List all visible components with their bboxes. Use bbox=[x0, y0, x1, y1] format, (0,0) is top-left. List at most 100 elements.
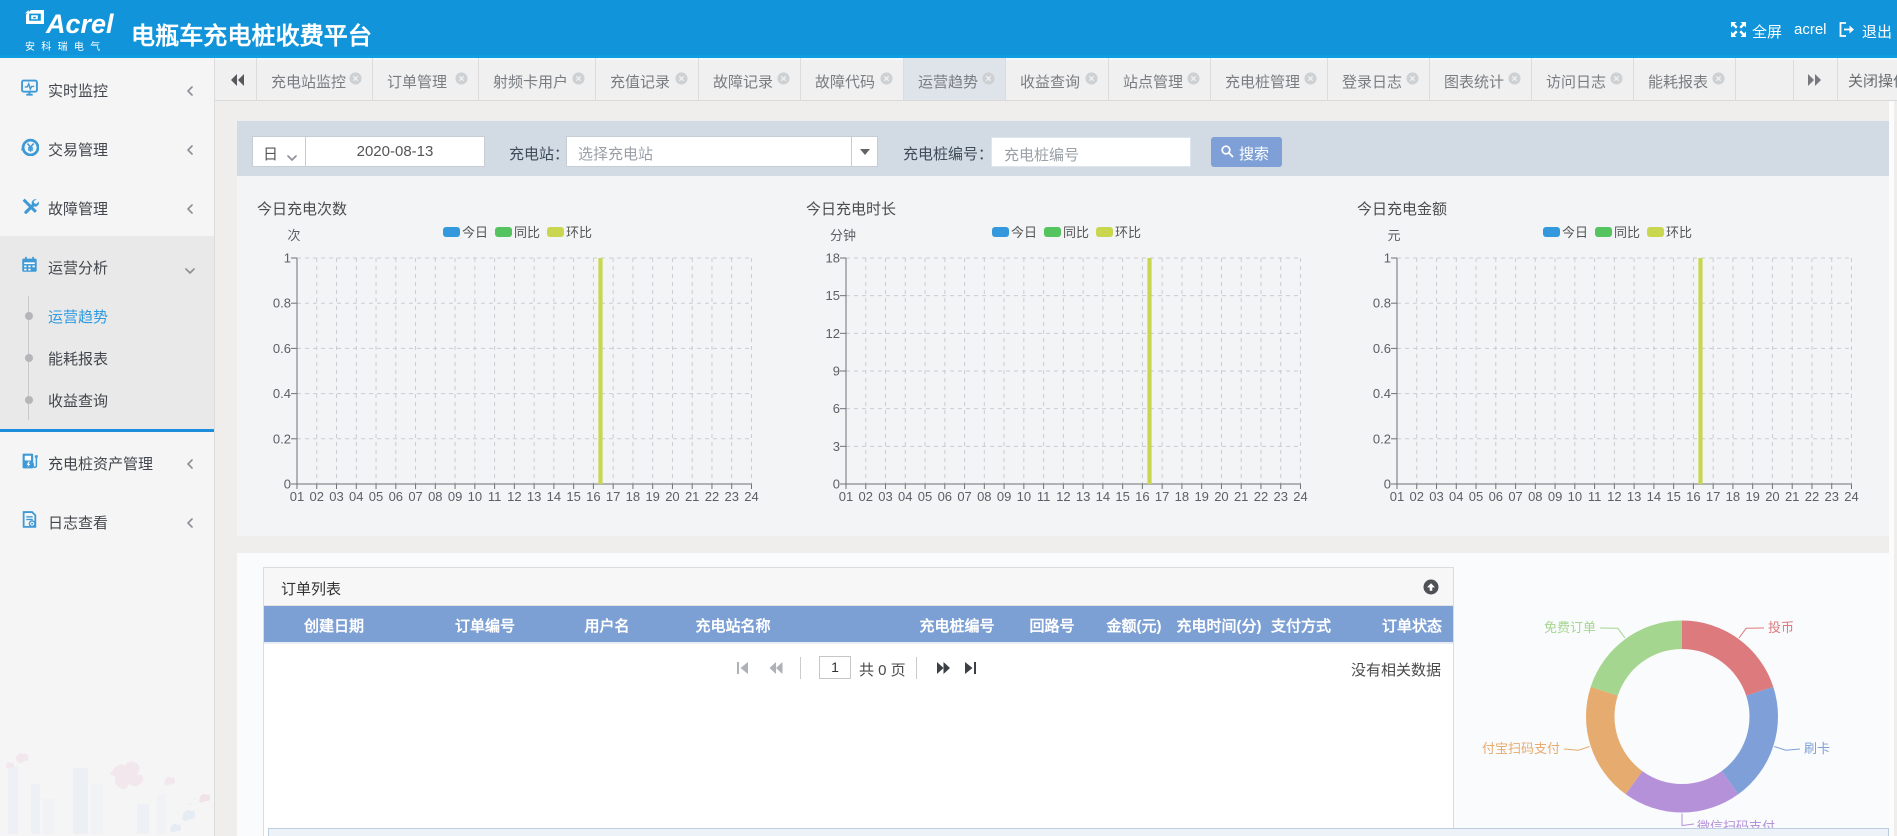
svg-text:12: 12 bbox=[1607, 489, 1621, 504]
svg-text:07: 07 bbox=[1508, 489, 1522, 504]
svg-text:10: 10 bbox=[1017, 489, 1031, 504]
svg-text:今日充电次数: 今日充电次数 bbox=[257, 201, 347, 218]
svg-text:06: 06 bbox=[389, 489, 403, 504]
svg-text:0.6: 0.6 bbox=[1373, 341, 1391, 356]
svg-text:04: 04 bbox=[898, 489, 912, 504]
svg-text:04: 04 bbox=[1449, 489, 1463, 504]
svg-text:23: 23 bbox=[1273, 489, 1287, 504]
svg-text:23: 23 bbox=[1824, 489, 1838, 504]
svg-text:15: 15 bbox=[566, 489, 580, 504]
svg-text:15: 15 bbox=[826, 288, 840, 303]
svg-text:0.2: 0.2 bbox=[1373, 431, 1391, 446]
svg-text:02: 02 bbox=[1410, 489, 1424, 504]
svg-text:1: 1 bbox=[284, 251, 291, 266]
svg-text:01: 01 bbox=[290, 489, 304, 504]
svg-text:同比: 同比 bbox=[1614, 225, 1640, 240]
svg-text:04: 04 bbox=[349, 489, 363, 504]
svg-text:16: 16 bbox=[1135, 489, 1149, 504]
svg-text:11: 11 bbox=[1588, 489, 1602, 504]
svg-text:6: 6 bbox=[833, 401, 840, 416]
svg-text:09: 09 bbox=[997, 489, 1011, 504]
svg-text:18: 18 bbox=[1175, 489, 1189, 504]
svg-text:21: 21 bbox=[1785, 489, 1799, 504]
svg-text:环比: 环比 bbox=[566, 225, 592, 240]
svg-text:05: 05 bbox=[918, 489, 932, 504]
svg-text:01: 01 bbox=[1390, 489, 1404, 504]
svg-text:11: 11 bbox=[1037, 489, 1051, 504]
svg-text:13: 13 bbox=[527, 489, 541, 504]
svg-text:分钟: 分钟 bbox=[830, 228, 856, 243]
svg-text:20: 20 bbox=[1214, 489, 1228, 504]
svg-text:次: 次 bbox=[287, 228, 300, 243]
svg-text:0.4: 0.4 bbox=[273, 386, 291, 401]
svg-text:14: 14 bbox=[547, 489, 561, 504]
svg-text:9: 9 bbox=[833, 364, 840, 379]
svg-text:17: 17 bbox=[1706, 489, 1720, 504]
svg-text:08: 08 bbox=[977, 489, 991, 504]
svg-text:20: 20 bbox=[1765, 489, 1779, 504]
svg-text:06: 06 bbox=[1489, 489, 1503, 504]
svg-text:15: 15 bbox=[1115, 489, 1129, 504]
svg-text:3: 3 bbox=[833, 439, 840, 454]
svg-text:09: 09 bbox=[1548, 489, 1562, 504]
svg-text:14: 14 bbox=[1647, 489, 1661, 504]
svg-text:13: 13 bbox=[1076, 489, 1090, 504]
svg-text:今日充电时长: 今日充电时长 bbox=[806, 201, 896, 218]
svg-text:10: 10 bbox=[468, 489, 482, 504]
svg-text:今日: 今日 bbox=[1562, 225, 1588, 240]
svg-text:付宝扫码支付: 付宝扫码支付 bbox=[1482, 741, 1560, 756]
svg-text:16: 16 bbox=[586, 489, 600, 504]
svg-text:今日: 今日 bbox=[1011, 225, 1037, 240]
svg-text:刷卡: 刷卡 bbox=[1804, 741, 1830, 756]
svg-text:10: 10 bbox=[1568, 489, 1582, 504]
svg-text:02: 02 bbox=[859, 489, 873, 504]
svg-text:24: 24 bbox=[1293, 489, 1307, 504]
svg-text:16: 16 bbox=[1686, 489, 1700, 504]
svg-text:08: 08 bbox=[428, 489, 442, 504]
svg-text:18: 18 bbox=[826, 251, 840, 266]
svg-text:18: 18 bbox=[626, 489, 640, 504]
svg-text:同比: 同比 bbox=[514, 225, 540, 240]
svg-text:0.4: 0.4 bbox=[1373, 386, 1391, 401]
svg-text:0.6: 0.6 bbox=[273, 341, 291, 356]
svg-text:20: 20 bbox=[665, 489, 679, 504]
svg-text:环比: 环比 bbox=[1115, 225, 1141, 240]
svg-text:02: 02 bbox=[310, 489, 324, 504]
svg-text:05: 05 bbox=[1469, 489, 1483, 504]
svg-text:1: 1 bbox=[1384, 251, 1391, 266]
svg-text:19: 19 bbox=[645, 489, 659, 504]
svg-text:24: 24 bbox=[744, 489, 758, 504]
svg-text:投币: 投币 bbox=[1768, 620, 1794, 635]
svg-text:03: 03 bbox=[878, 489, 892, 504]
svg-text:同比: 同比 bbox=[1063, 225, 1089, 240]
svg-text:07: 07 bbox=[408, 489, 422, 504]
svg-text:18: 18 bbox=[1726, 489, 1740, 504]
svg-text:11: 11 bbox=[488, 489, 502, 504]
svg-text:0.2: 0.2 bbox=[273, 431, 291, 446]
svg-text:今日: 今日 bbox=[462, 225, 488, 240]
svg-text:06: 06 bbox=[938, 489, 952, 504]
svg-text:元: 元 bbox=[1387, 228, 1400, 243]
svg-text:22: 22 bbox=[705, 489, 719, 504]
svg-text:03: 03 bbox=[1429, 489, 1443, 504]
svg-text:0.8: 0.8 bbox=[1373, 296, 1391, 311]
svg-text:03: 03 bbox=[329, 489, 343, 504]
svg-text:19: 19 bbox=[1194, 489, 1208, 504]
svg-text:22: 22 bbox=[1254, 489, 1268, 504]
svg-text:09: 09 bbox=[448, 489, 462, 504]
svg-text:21: 21 bbox=[1234, 489, 1248, 504]
svg-text:01: 01 bbox=[839, 489, 853, 504]
svg-text:12: 12 bbox=[507, 489, 521, 504]
svg-text:07: 07 bbox=[957, 489, 971, 504]
svg-text:14: 14 bbox=[1096, 489, 1110, 504]
svg-text:0.8: 0.8 bbox=[273, 296, 291, 311]
svg-text:环比: 环比 bbox=[1666, 225, 1692, 240]
svg-text:今日充电金额: 今日充电金额 bbox=[1357, 201, 1447, 218]
svg-text:12: 12 bbox=[1056, 489, 1070, 504]
svg-text:15: 15 bbox=[1666, 489, 1680, 504]
svg-text:12: 12 bbox=[826, 326, 840, 341]
svg-text:22: 22 bbox=[1805, 489, 1819, 504]
svg-text:13: 13 bbox=[1627, 489, 1641, 504]
svg-text:17: 17 bbox=[1155, 489, 1169, 504]
svg-text:17: 17 bbox=[606, 489, 620, 504]
